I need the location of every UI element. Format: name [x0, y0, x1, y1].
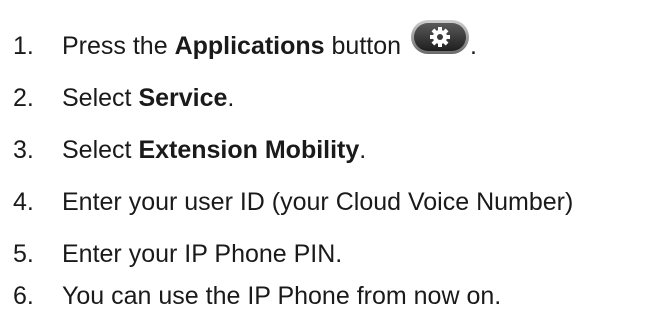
step-text: button: [324, 31, 402, 60]
step-text: .: [227, 83, 235, 112]
step-2: 2. Select Service .: [0, 78, 234, 118]
step-text: .: [359, 135, 367, 164]
applications-button-image: [410, 19, 470, 55]
step-5: 5. Enter your IP Phone PIN.: [0, 234, 342, 274]
extension-mobility-label: Extension Mobility: [138, 135, 360, 164]
step-number: 2.: [13, 83, 34, 112]
step-text: Enter your user ID (your Cloud Voice Num…: [62, 187, 574, 216]
step-1: 1. Press the Applications button .: [0, 20, 477, 66]
step-number: 3.: [13, 135, 34, 164]
applications-label: Applications: [174, 31, 325, 60]
service-label: Service: [138, 83, 228, 112]
step-text: .: [470, 31, 477, 60]
step-number: 5.: [13, 239, 34, 268]
step-text: Select: [62, 135, 139, 164]
step-6: 6. You can use the IP Phone from now on.: [0, 276, 501, 316]
step-text: Press the: [62, 31, 175, 60]
gear-icon: [411, 20, 470, 54]
step-number: 4.: [13, 187, 34, 216]
step-3: 3. Select Extension Mobility .: [0, 130, 366, 170]
step-text: You can use the IP Phone from now on.: [62, 281, 502, 310]
step-4: 4. Enter your user ID (your Cloud Voice …: [0, 182, 573, 222]
step-number: 1.: [13, 31, 34, 60]
step-text: Select: [62, 83, 139, 112]
step-text: Enter your IP Phone PIN.: [62, 239, 343, 268]
step-number: 6.: [13, 281, 34, 310]
